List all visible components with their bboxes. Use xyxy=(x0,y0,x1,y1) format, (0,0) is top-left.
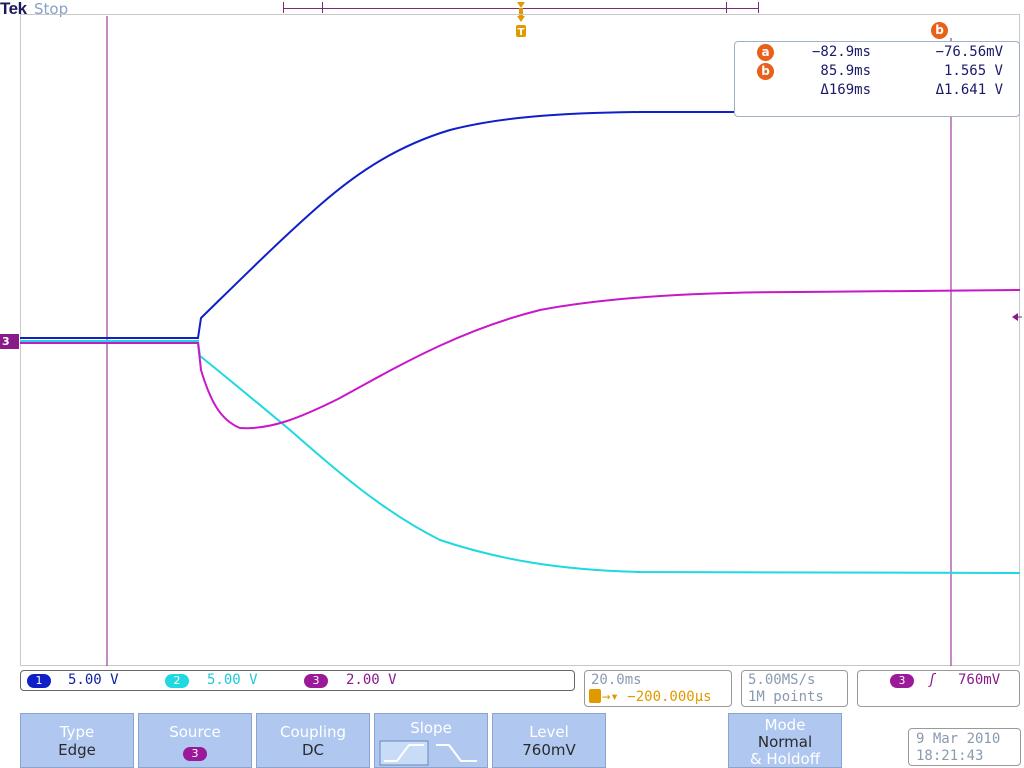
sample-rate: 5.00MS/s xyxy=(748,672,816,688)
cursor-delta-value: Δ1.641 V xyxy=(935,82,1003,98)
record-length: 1M points xyxy=(748,689,824,705)
ch2-badge[interactable]: 2 xyxy=(165,674,189,688)
coupling-value: DC xyxy=(301,741,325,759)
date: 9 Mar 2010 xyxy=(916,731,1001,747)
cursor-b-time: 85.9ms xyxy=(820,63,871,79)
cursor-delta-time: Δ169ms xyxy=(820,82,871,98)
date-time-box: 9 Mar 2010 18:21:43 xyxy=(908,728,1021,766)
timebase-position: →▾ −200.000µs xyxy=(602,689,712,705)
level-softkey[interactable]: Level 760mV xyxy=(492,713,606,768)
cursor-a-value: −76.56mV xyxy=(935,44,1003,60)
coupling-softkey[interactable]: Coupling DC xyxy=(256,713,370,768)
trigger-source-badge: 3 xyxy=(890,674,914,688)
time: 18:21:43 xyxy=(916,748,984,764)
coupling-label: Coupling xyxy=(279,723,347,741)
source-label: Source xyxy=(169,723,221,741)
type-label: Type xyxy=(59,723,95,741)
mode-value: Normal xyxy=(757,733,813,751)
timebase-scale: 20.0ms xyxy=(591,672,642,688)
ch2-trace xyxy=(20,340,1021,574)
type-softkey[interactable]: Type Edge xyxy=(20,713,134,768)
cursor-b-value: 1.565 V xyxy=(943,63,1003,79)
ch1-badge[interactable]: 1 xyxy=(27,674,51,688)
mode-holdoff: & Holdoff xyxy=(749,750,821,768)
source-softkey[interactable]: Source 3 xyxy=(138,713,252,768)
cursor-b-row: b 85.9ms 1.565 V xyxy=(735,62,1021,81)
ch1-trace xyxy=(20,111,735,339)
ch2-scale[interactable]: 5.00 V xyxy=(207,672,258,688)
cursor-b-marker[interactable]: b xyxy=(931,22,948,39)
trigger-readout[interactable]: 3 ʃ 760mV xyxy=(857,670,1020,707)
cursor-a-row: a −82.9ms −76.56mV xyxy=(735,43,1021,62)
slope-label: Slope xyxy=(410,719,452,737)
trigger-slope-icon: ʃ xyxy=(928,672,937,688)
slope-softkey[interactable]: Slope xyxy=(374,713,488,768)
ch3-trace xyxy=(20,289,1021,430)
cursor-b-icon: b xyxy=(757,63,774,80)
ch3-badge[interactable]: 3 xyxy=(304,674,328,688)
type-value: Edge xyxy=(58,741,96,759)
mode-softkey[interactable]: Mode Normal & Holdoff xyxy=(728,713,842,768)
cursor-a-time: −82.9ms xyxy=(811,44,871,60)
mode-label: Mode xyxy=(764,716,806,734)
ch3-scale[interactable]: 2.00 V xyxy=(346,672,397,688)
ch3-ground-marker[interactable]: 3 xyxy=(0,334,19,349)
cursor-delta-row: Δ169ms Δ1.641 V xyxy=(735,81,1021,100)
level-value: 760mV xyxy=(522,741,576,759)
ch1-scale[interactable]: 5.00 V xyxy=(68,672,119,688)
trigger-level: 760mV xyxy=(958,672,1001,688)
source-badge: 3 xyxy=(183,747,207,761)
level-label: Level xyxy=(529,723,569,741)
slope-options-icon xyxy=(379,740,477,766)
cursor-a-icon: a xyxy=(757,44,774,61)
ch3-offset-arrow-icon xyxy=(1012,313,1018,321)
channel-scale-bar: 1 5.00 V 2 5.00 V 3 2.00 V xyxy=(20,670,575,691)
sampling-box[interactable]: 5.00MS/s 1M points xyxy=(741,670,848,707)
cursor-readout: a −82.9ms −76.56mV b 85.9ms 1.565 V Δ169… xyxy=(734,41,1020,117)
timebase-box[interactable]: 20.0ms →▾ −200.000µs xyxy=(584,670,732,707)
trigger-icon xyxy=(589,689,601,703)
